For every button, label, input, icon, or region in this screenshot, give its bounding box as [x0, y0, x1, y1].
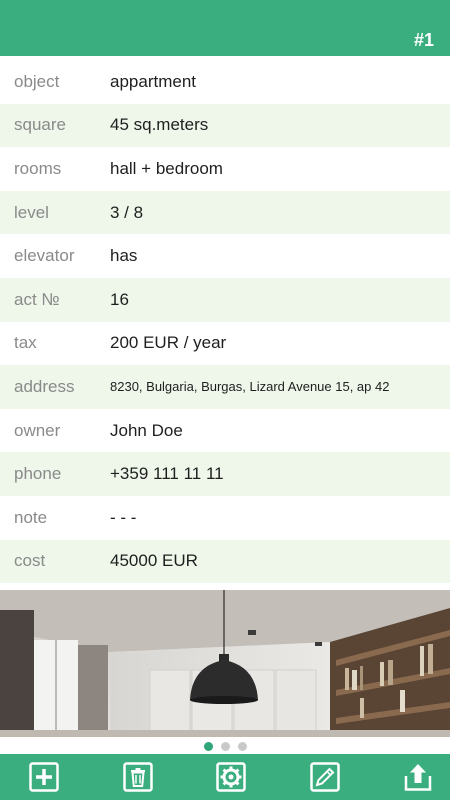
field-row-object: object appartment [0, 60, 450, 104]
bottom-toolbar [0, 754, 450, 800]
gallery-pagination [0, 740, 450, 752]
pagination-dot[interactable] [220, 741, 230, 751]
field-label: square [14, 115, 66, 135]
room-interior-image [0, 590, 450, 737]
field-label: tax [14, 333, 37, 353]
field-label: rooms [14, 158, 62, 178]
field-value: hall + bedroom [110, 158, 223, 178]
field-label: elevator [14, 246, 75, 266]
field-row-cost: cost 45000 EUR [0, 539, 450, 584]
add-icon [29, 762, 59, 792]
field-row-level: level 3 / 8 [0, 190, 450, 235]
field-value: 45000 EUR [110, 551, 198, 571]
field-value: appartment [110, 71, 196, 91]
field-value: +359 111 11 11 [110, 464, 224, 484]
field-row-rooms: rooms hall + bedroom [0, 147, 450, 191]
field-label: object [14, 71, 60, 91]
field-value: 3 / 8 [110, 202, 144, 222]
field-row-act: act № 16 [0, 277, 450, 322]
share-icon [404, 764, 432, 791]
field-row-elevator: elevator has [0, 234, 450, 278]
top-bar: #1 [0, 0, 450, 56]
field-row-note: note - - - [0, 496, 450, 540]
field-row-tax: tax 200 EUR / year [0, 322, 450, 366]
field-value: 200 EUR / year [110, 333, 227, 353]
field-value: - - - [110, 507, 137, 527]
pagination-dot[interactable] [237, 741, 247, 751]
settings-button[interactable] [215, 761, 247, 793]
field-label: level [14, 202, 49, 222]
field-label: cost [14, 551, 46, 571]
edit-button[interactable] [309, 761, 341, 793]
property-photo[interactable] [0, 590, 450, 737]
field-value: 8230, Bulgaria, Burgas, Lizard Avenue 15… [110, 378, 390, 394]
field-row-square: square 45 sq.meters [0, 103, 450, 148]
pencil-icon [309, 762, 340, 792]
field-label: owner [14, 420, 61, 440]
field-value: 16 [110, 289, 129, 309]
record-id: #1 [413, 30, 434, 50]
field-row-address: address 8230, Bulgaria, Burgas, Lizard A… [0, 365, 450, 409]
trash-icon [122, 762, 153, 792]
pagination-dot-active[interactable] [203, 741, 213, 751]
field-label: act № [14, 289, 60, 309]
field-label: phone [14, 464, 62, 484]
field-label: address [14, 376, 75, 396]
share-button[interactable] [402, 761, 434, 793]
property-details: object appartment square 45 sq.meters ro… [0, 60, 450, 584]
field-label: note [14, 507, 48, 527]
gear-icon [216, 762, 246, 792]
delete-button[interactable] [122, 761, 154, 793]
field-value: has [110, 246, 138, 266]
field-row-owner: owner John Doe [0, 409, 450, 453]
add-button[interactable] [28, 761, 60, 793]
field-row-phone: phone +359 111 11 11 [0, 452, 450, 496]
field-value: 45 sq.meters [110, 115, 209, 135]
field-value: John Doe [110, 420, 183, 440]
